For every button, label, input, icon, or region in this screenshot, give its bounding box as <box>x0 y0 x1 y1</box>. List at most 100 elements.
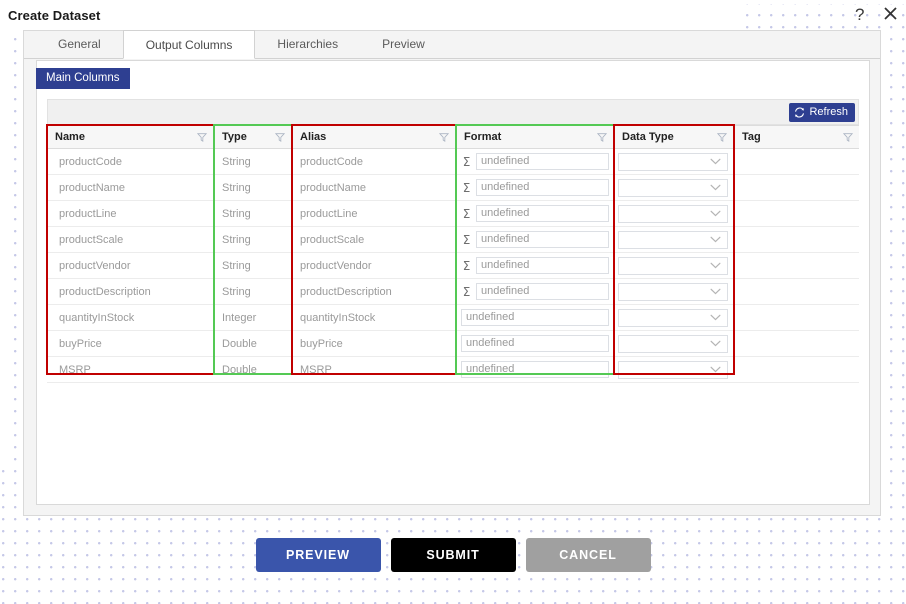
cell-alias[interactable]: quantityInStock <box>292 305 456 330</box>
column-header-alias[interactable]: Alias <box>292 126 456 148</box>
cell-alias[interactable]: productLine <box>292 201 456 226</box>
submit-button[interactable]: SUBMIT <box>390 538 516 572</box>
cell-name: quantityInStock <box>59 311 135 324</box>
preview-button[interactable]: PREVIEW <box>255 538 381 572</box>
data-type-dropdown[interactable] <box>618 152 728 171</box>
tab-preview[interactable]: Preview <box>360 30 447 58</box>
data-type-dropdown[interactable] <box>618 334 728 353</box>
cell-tag[interactable] <box>734 279 859 304</box>
format-input[interactable]: undefined <box>476 153 609 170</box>
sigma-icon[interactable]: Σ <box>461 208 472 220</box>
cell-tag[interactable] <box>734 305 859 330</box>
chevron-down-icon <box>710 210 721 217</box>
sigma-icon[interactable]: Σ <box>461 182 472 194</box>
cell-format: undefined <box>456 331 614 356</box>
column-header-type[interactable]: Type <box>214 126 292 148</box>
format-input[interactable]: undefined <box>461 335 609 352</box>
column-header-data-type[interactable]: Data Type <box>614 126 734 148</box>
cell-tag[interactable] <box>734 227 859 252</box>
sigma-icon[interactable]: Σ <box>461 234 472 246</box>
sigma-icon[interactable]: Σ <box>461 260 472 272</box>
cell-tag[interactable] <box>734 357 859 382</box>
cell-alias[interactable]: productScale <box>292 227 456 252</box>
data-type-dropdown[interactable] <box>618 256 728 275</box>
cell-alias[interactable]: productVendor <box>292 253 456 278</box>
column-header-label: Name <box>55 131 85 143</box>
chevron-down-icon <box>710 314 721 321</box>
data-type-dropdown[interactable] <box>618 230 728 249</box>
cancel-button[interactable]: CANCEL <box>525 538 651 572</box>
filter-funnel-icon[interactable] <box>275 132 285 142</box>
title-white-mask <box>0 0 744 30</box>
cell-data-type <box>614 331 734 356</box>
chevron-down-icon <box>710 288 721 295</box>
cell-alias[interactable]: buyPrice <box>292 331 456 356</box>
tab-output-columns[interactable]: Output Columns <box>122 30 256 59</box>
cell-alias[interactable]: productDescription <box>292 279 456 304</box>
format-input[interactable]: undefined <box>461 309 609 326</box>
cell-tag[interactable] <box>734 253 859 278</box>
data-type-dropdown[interactable] <box>618 178 728 197</box>
chevron-down-icon <box>710 366 721 373</box>
format-input[interactable]: undefined <box>476 283 609 300</box>
cell-tag[interactable] <box>734 175 859 200</box>
filter-funnel-icon[interactable] <box>843 132 853 142</box>
grid-body: productCode String productCode Σundefined pr… <box>47 149 859 383</box>
filter-funnel-icon[interactable] <box>439 132 449 142</box>
cell-data-type <box>614 175 734 200</box>
grid-header-row: Name Type Alias Format Data Type Tag <box>47 125 859 149</box>
format-input[interactable]: undefined <box>461 361 609 378</box>
chevron-down-icon <box>710 236 721 243</box>
column-header-label: Alias <box>300 131 327 143</box>
cell-name: productScale <box>59 233 124 246</box>
format-input[interactable]: undefined <box>476 257 609 274</box>
cell-alias[interactable]: MSRP <box>292 357 456 382</box>
sigma-icon[interactable]: Σ <box>461 156 472 168</box>
cell-data-type <box>614 253 734 278</box>
cell-type: Double <box>222 363 257 376</box>
filter-funnel-icon <box>439 133 449 142</box>
filter-funnel-icon[interactable] <box>597 132 607 142</box>
filter-funnel-icon <box>197 133 207 142</box>
subtab-main-columns[interactable]: Main Columns <box>36 68 130 89</box>
data-type-dropdown[interactable] <box>618 204 728 223</box>
chevron-down-icon <box>710 262 721 269</box>
cell-data-type <box>614 279 734 304</box>
chevron-down-icon <box>710 288 721 295</box>
filter-funnel-icon[interactable] <box>197 132 207 142</box>
data-type-dropdown[interactable] <box>618 282 728 301</box>
filter-funnel-icon[interactable] <box>717 132 727 142</box>
column-header-name[interactable]: Name <box>47 126 214 148</box>
format-input[interactable]: undefined <box>476 231 609 248</box>
cell-type: String <box>222 155 251 168</box>
data-type-dropdown[interactable] <box>618 308 728 327</box>
help-icon[interactable]: ? <box>855 6 864 23</box>
tab-hierarchies[interactable]: Hierarchies <box>255 30 360 58</box>
sigma-icon[interactable]: Σ <box>461 286 472 298</box>
column-header-label: Type <box>222 131 247 143</box>
cell-alias[interactable]: productCode <box>292 149 456 174</box>
table-row: productCode String productCode Σundefined <box>47 149 859 175</box>
tab-general[interactable]: General <box>36 30 123 58</box>
cell-type: Double <box>222 337 257 350</box>
create-dataset-dialog: General Output Columns Hierarchies Preview … <box>23 30 881 516</box>
cell-tag[interactable] <box>734 149 859 174</box>
cell-format: undefined <box>456 357 614 382</box>
chevron-down-icon <box>710 158 721 165</box>
cell-tag[interactable] <box>734 201 859 226</box>
column-header-format[interactable]: Format <box>456 126 614 148</box>
format-input[interactable]: undefined <box>476 205 609 222</box>
column-header-tag[interactable]: Tag <box>734 126 859 148</box>
chevron-down-icon <box>710 184 721 191</box>
close-icon[interactable] <box>883 6 898 21</box>
table-row: productDescription String productDescripti… <box>47 279 859 305</box>
refresh-button[interactable]: Refresh <box>789 102 855 122</box>
chevron-down-icon <box>710 262 721 269</box>
cell-alias[interactable]: productName <box>292 175 456 200</box>
chevron-down-icon <box>710 184 721 191</box>
data-type-dropdown[interactable] <box>618 360 728 379</box>
refresh-icon <box>794 107 805 118</box>
cell-name: MSRP <box>59 363 91 376</box>
cell-tag[interactable] <box>734 331 859 356</box>
format-input[interactable]: undefined <box>476 179 609 196</box>
